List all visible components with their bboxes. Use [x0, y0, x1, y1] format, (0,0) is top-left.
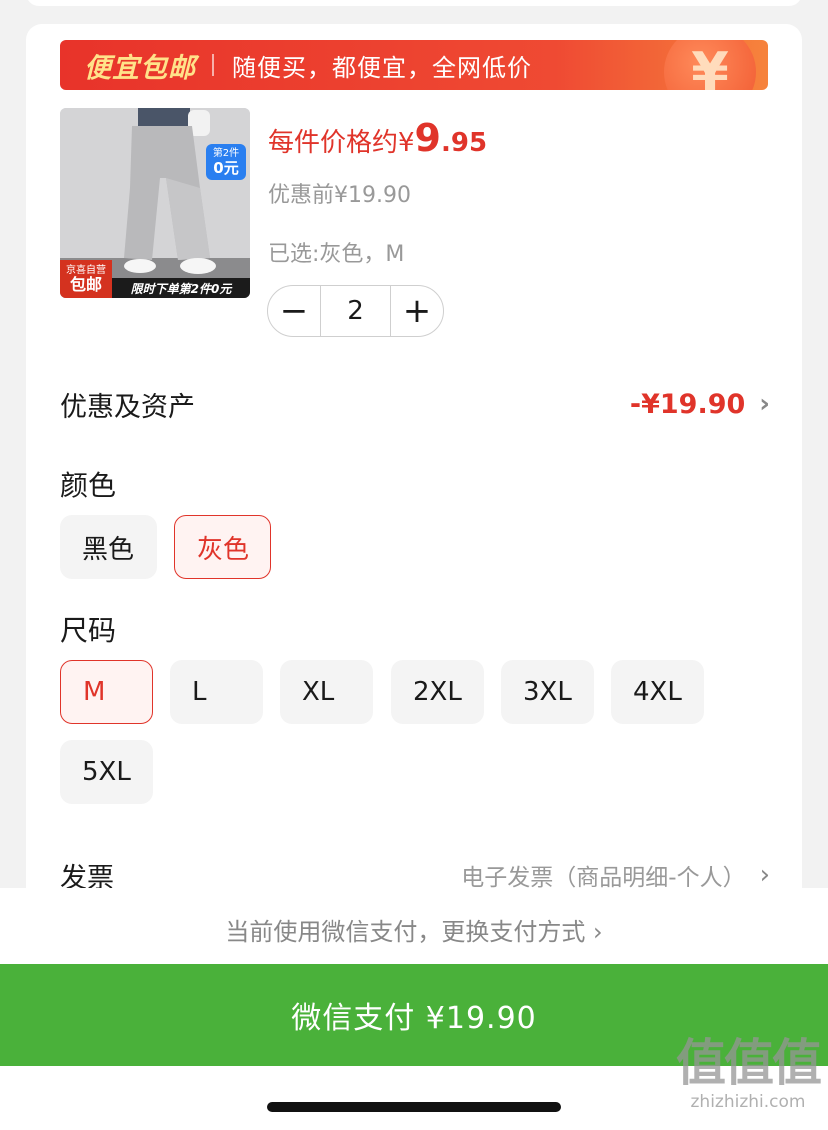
size-option-2xl[interactable]: 2XL	[391, 660, 484, 724]
previous-card	[26, 0, 802, 6]
minus-button[interactable]: −	[268, 286, 320, 336]
banner-title: 便宜包邮	[84, 52, 196, 84]
unit-price: 每件价格约¥9.95	[268, 116, 487, 160]
size-option-xl[interactable]: XL	[280, 660, 373, 724]
site-watermark: 值值值 zhizhizhi.com	[676, 1034, 822, 1112]
home-indicator	[267, 1102, 561, 1112]
price-decimal: .95	[441, 128, 488, 158]
self-badge-line2: 包邮	[69, 274, 102, 294]
discount-amount: -¥19.90	[629, 388, 746, 420]
size-option-m[interactable]: M	[60, 660, 153, 724]
plus-button[interactable]: +	[391, 286, 443, 336]
quantity-value[interactable]: 2	[320, 286, 391, 336]
discount-label: 优惠及资产	[60, 391, 195, 423]
badge-line1: 第2件	[212, 147, 240, 159]
banner-divider	[212, 54, 214, 76]
yuan-coin-icon: ¥	[664, 40, 756, 90]
second-item-free-badge: 第2件 0元	[206, 144, 246, 180]
size-option-l[interactable]: L	[170, 660, 263, 724]
discount-value-wrap: -¥19.90 ›	[630, 389, 770, 420]
price-prefix: 每件价格约¥	[268, 128, 415, 158]
product-image[interactable]: 第2件 0元 京喜自营 包邮 限时下单第2件0元	[60, 108, 250, 298]
color-section-title: 颜色	[60, 469, 117, 502]
chevron-right-icon: ›	[759, 389, 770, 419]
invoice-value-wrap: 电子发票（商品明细-个人） ›	[461, 858, 770, 892]
promo-banner: 便宜包邮 随便买，都便宜，全网低价 ¥	[60, 40, 768, 90]
color-option-black[interactable]: 黑色	[60, 515, 157, 579]
watermark-url: zhizhizhi.com	[690, 1092, 806, 1112]
selected-spec: 已选:灰色，M	[268, 242, 405, 267]
order-card: 便宜包邮 随便买，都便宜，全网低价 ¥ 第2件 0元 京喜自营 包邮 限时下单第…	[26, 24, 802, 904]
size-option-3xl[interactable]: 3XL	[501, 660, 594, 724]
size-option-4xl[interactable]: 4XL	[611, 660, 704, 724]
quantity-stepper: − 2 +	[267, 285, 444, 337]
payment-panel: 当前使用微信支付，更换支付方式 › 微信支付 ¥19.90 值值值 zhizhi…	[0, 888, 828, 1130]
discount-row[interactable]: 优惠及资产 -¥19.90 ›	[60, 379, 770, 429]
price-integer: 9	[414, 116, 441, 160]
watermark-logo: 值值值	[676, 1034, 822, 1092]
chevron-right-icon: ›	[759, 860, 770, 890]
size-section-title: 尺码	[60, 614, 117, 647]
change-payment-method-link[interactable]: 当前使用微信支付，更换支付方式 ›	[0, 912, 828, 947]
limited-offer-strip: 限时下单第2件0元	[112, 278, 250, 298]
invoice-value: 电子发票（商品明细-个人）	[461, 865, 746, 891]
size-option-5xl[interactable]: 5XL	[60, 740, 153, 804]
self-operated-badge: 京喜自营 包邮	[60, 260, 112, 298]
price-before-discount: 优惠前¥19.90	[268, 183, 411, 208]
banner-text: 随便买，都便宜，全网低价	[232, 53, 532, 82]
color-option-gray[interactable]: 灰色	[174, 515, 271, 579]
badge-line2: 0元	[213, 158, 239, 177]
